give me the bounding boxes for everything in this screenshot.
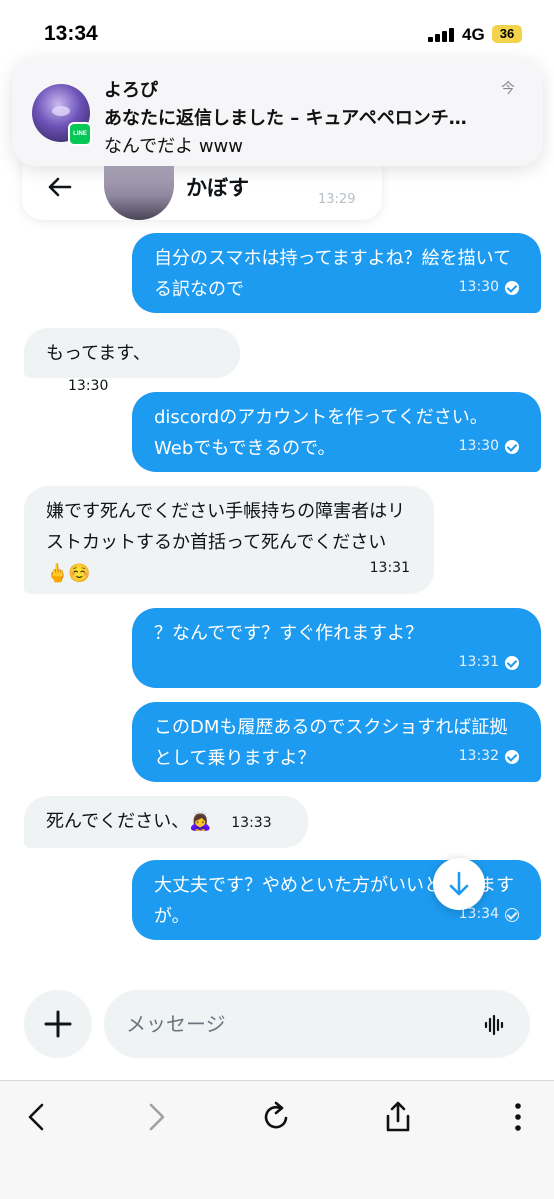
composer [0, 982, 554, 1072]
notification-sender: よろぴ [104, 80, 158, 101]
outgoing-message[interactable]: ？なんでです？すぐ作れますよ？ 13:31 [132, 608, 541, 688]
message-text: 死んでください、🙇‍♀️ [46, 811, 212, 832]
plus-icon [44, 1010, 72, 1038]
conversation-header: かぼす 13:29 [22, 160, 382, 220]
arrow-down-icon [449, 871, 469, 896]
waveform-icon[interactable] [484, 1014, 506, 1036]
incoming-message[interactable]: 嫌です死んでください手帳持ちの障害者はリストカットするか首括って死んでください🖕… [24, 486, 434, 594]
message-time: 13:31 [458, 654, 499, 670]
signal-icon [428, 28, 456, 42]
contact-name: かぼす [186, 176, 249, 200]
sent-check-icon [505, 907, 519, 922]
message-input-box [104, 990, 530, 1058]
status-time: 13:34 [44, 22, 98, 45]
message-time: 13:33 [231, 815, 272, 831]
scroll-down-button[interactable] [433, 858, 485, 910]
more-vertical-icon[interactable] [500, 1099, 536, 1135]
incoming-message[interactable]: 死んでください、🙇‍♀️ 13:33 [24, 796, 308, 848]
message-time: 13:32 [458, 748, 499, 764]
read-check-icon [505, 280, 519, 295]
message-time: 13:31 [369, 560, 410, 576]
chevron-left-icon[interactable] [20, 1099, 56, 1135]
reload-icon[interactable] [258, 1099, 294, 1135]
message-text: 嫌です死んでください手帳持ちの障害者はリストカットするか首括って死んでください🖕… [46, 501, 406, 584]
notification-banner[interactable]: LINE よろぴ あなたに返信しました – キュアペペロンチ… なんでだよ ww… [12, 58, 543, 166]
network-type: 4G [462, 25, 485, 44]
browser-toolbar [0, 1080, 554, 1199]
message-text: ？なんでです？すぐ作れますよ？ [154, 623, 424, 644]
read-check-icon [505, 749, 519, 764]
notification-time: 今 [501, 81, 515, 97]
message-time: 13:30 [458, 279, 499, 295]
outgoing-message[interactable]: 自分のスマホは持ってますよね？絵を描いてる訳なので 13:30 [132, 233, 541, 313]
message-text: もってます、 [46, 343, 151, 364]
arrow-left-icon[interactable] [44, 172, 74, 202]
outgoing-message[interactable]: discordのアカウントを作ってください。Webでもできるので。 13:30 [132, 392, 541, 472]
message-time: 13:30 [458, 438, 499, 454]
message-time: 13:30 [68, 378, 109, 394]
notification-title: あなたに返信しました – キュアペペロンチ… [104, 108, 467, 129]
message-input[interactable] [126, 1006, 456, 1042]
line-app-icon: LINE [68, 122, 92, 146]
notification-body: なんでだよ www [104, 136, 243, 157]
chevron-right-icon[interactable] [138, 1099, 174, 1135]
contact-avatar[interactable] [104, 160, 174, 220]
status-bar: 13:34 4G 36 [0, 0, 554, 56]
incoming-message[interactable]: もってます、 13:30 [24, 328, 240, 394]
read-check-icon [505, 655, 519, 670]
add-media-button[interactable] [24, 990, 92, 1058]
outgoing-message[interactable]: このDMも履歴あるのでスクショすれば証拠として乗りますよ？ 13:32 [132, 702, 541, 782]
read-check-icon [505, 439, 519, 454]
faded-timestamp: 13:29 [318, 192, 356, 207]
share-icon[interactable] [380, 1099, 416, 1135]
battery-icon: 36 [492, 25, 522, 43]
